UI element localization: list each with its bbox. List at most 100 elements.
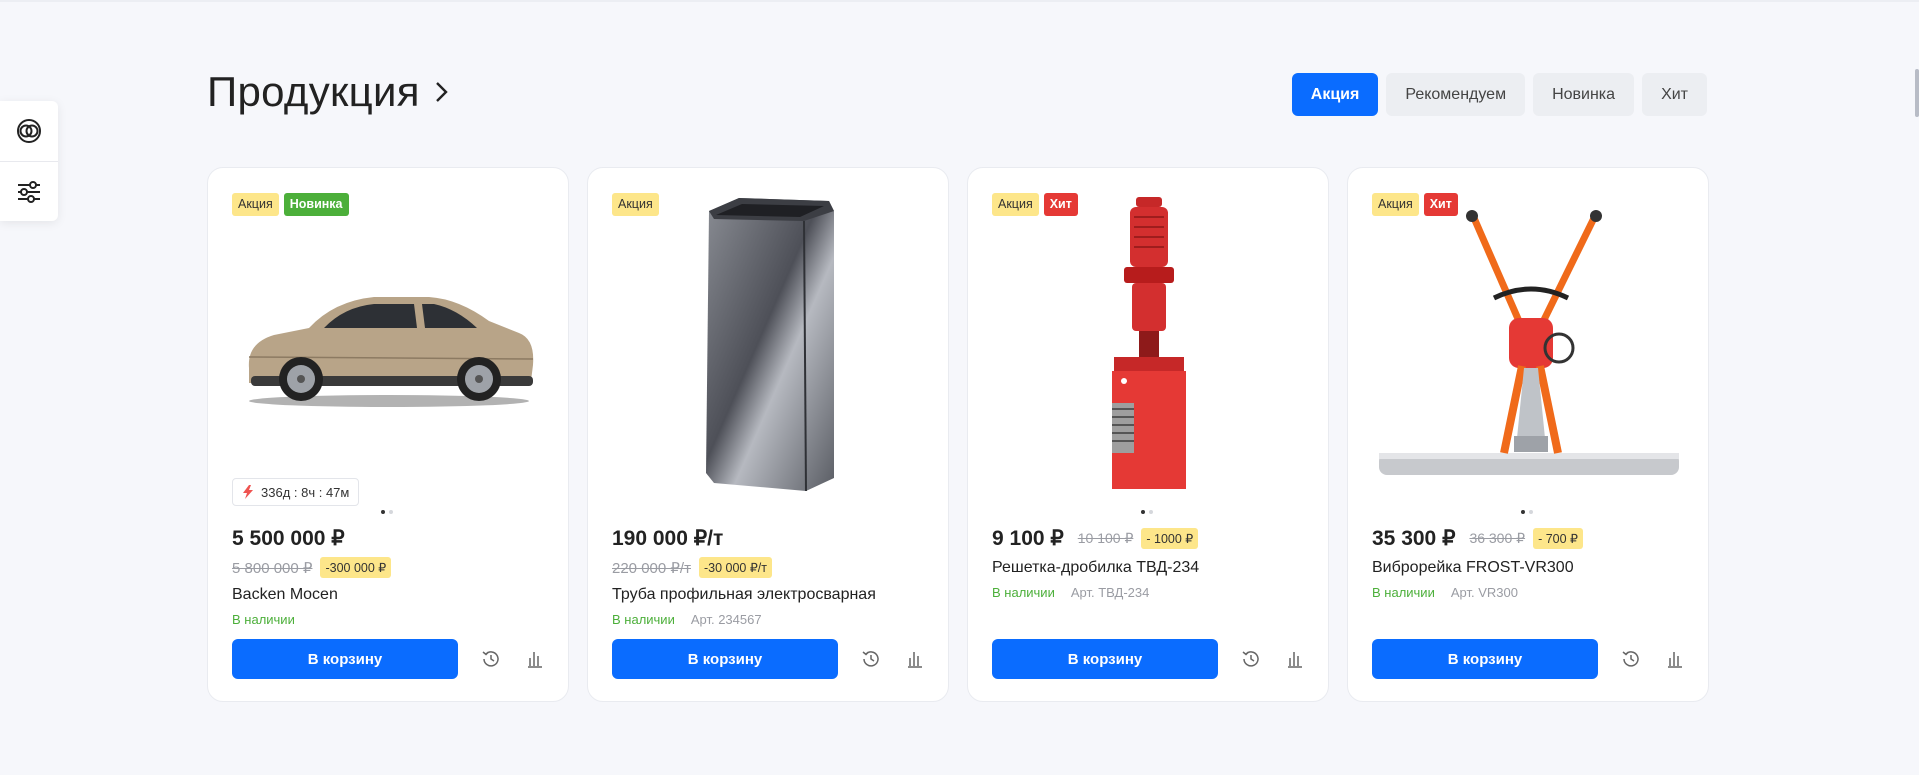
badge-group: Акция Новинка <box>232 193 349 216</box>
product-image[interactable] <box>232 193 546 493</box>
history-clock-icon <box>482 651 499 667</box>
delay-button[interactable] <box>1620 648 1642 670</box>
product-card[interactable]: Акция Хит <box>1347 167 1709 702</box>
product-name[interactable]: Виброрейка FROST-VR300 <box>1372 559 1684 577</box>
stock-status: В наличии <box>232 612 295 627</box>
tab-new[interactable]: Новинка <box>1533 73 1635 116</box>
bar-chart-icon <box>1288 652 1302 668</box>
product-name[interactable]: Труба профильная электросварная <box>612 586 924 604</box>
bar-chart-icon <box>1668 652 1682 668</box>
filter-tabs: Акция Рекомендуем Новинка Хит <box>1291 73 1707 116</box>
article-number: Арт. ТВД-234 <box>1070 585 1150 600</box>
product-info: 5 500 000 ₽ 5 800 000 ₽ -300 000 ₽ Backe… <box>232 526 544 627</box>
tab-recommended[interactable]: Рекомендуем <box>1386 73 1526 116</box>
bar-chart-icon <box>908 652 922 668</box>
discount-badge: -300 000 ₽ <box>320 557 392 578</box>
compare-circles-icon <box>17 119 41 143</box>
article-number: Арт. VR300 <box>1450 585 1518 600</box>
price: 35 300 ₽ 36 300 ₽ - 700 ₽ <box>1372 526 1684 551</box>
current-price: 5 500 000 ₽ <box>232 527 345 550</box>
product-card[interactable]: Акция Новинка 336д : 8ч: 47м 5 500 000 … <box>207 167 569 702</box>
card-actions: В корзину <box>232 639 546 679</box>
product-image[interactable] <box>1372 193 1686 493</box>
add-to-cart-button[interactable]: В корзину <box>232 639 458 679</box>
old-price: 10 100 ₽ <box>1077 530 1134 546</box>
product-info: 35 300 ₽ 36 300 ₽ - 700 ₽ Виброрейка FRO… <box>1372 526 1684 600</box>
image-pagination[interactable] <box>381 510 393 514</box>
old-price: 220 000 ₽/т <box>612 559 691 577</box>
crusher-image <box>1112 197 1186 489</box>
chevron-right-icon <box>435 82 448 102</box>
product-name[interactable]: Backen Mocen <box>232 586 544 604</box>
current-price: 9 100 ₽ <box>992 527 1064 550</box>
pagination-dot[interactable] <box>1141 510 1145 514</box>
current-price: 190 000 ₽/т <box>612 527 724 550</box>
current-price: 35 300 ₽ <box>1372 527 1456 550</box>
delay-button[interactable] <box>1240 648 1262 670</box>
tab-hit[interactable]: Хит <box>1642 73 1707 116</box>
product-image[interactable] <box>612 193 926 493</box>
vibro-screed-image <box>1379 210 1679 475</box>
pagination-dot[interactable] <box>381 510 385 514</box>
history-clock-icon <box>862 651 879 667</box>
discount-badge: - 1000 ₽ <box>1141 528 1199 549</box>
product-card[interactable]: Акция 190 000 ₽/т 220 000 ₽/т -30 000 ₽/… <box>587 167 949 702</box>
product-info: 9 100 ₽ 10 100 ₽ - 1000 ₽ Решетка-дробил… <box>992 526 1304 600</box>
filter-button[interactable] <box>0 161 58 221</box>
side-panel <box>0 101 58 221</box>
hit-badge: Хит <box>1043 193 1078 216</box>
scrollbar-thumb[interactable] <box>1915 69 1919 117</box>
add-to-cart-button[interactable]: В корзину <box>612 639 838 679</box>
hit-badge: Хит <box>1423 193 1458 216</box>
new-badge: Новинка <box>283 193 349 216</box>
history-clock-icon <box>1242 651 1259 667</box>
compare-product-button[interactable] <box>1664 648 1686 670</box>
delay-button[interactable] <box>480 648 502 670</box>
stock-row: В наличии Арт. ТВД-234 <box>992 585 1304 600</box>
timer-text: 336д : 8ч : 47м <box>261 484 350 500</box>
stock-status: В наличии <box>612 612 675 627</box>
card-actions: В корзину <box>612 639 926 679</box>
promo-badge: Акция <box>232 193 279 216</box>
old-price: 5 800 000 ₽ <box>232 559 313 577</box>
compare-button[interactable] <box>0 101 58 161</box>
pagination-dot[interactable] <box>1521 510 1525 514</box>
price: 5 500 000 ₽ <box>232 526 544 551</box>
bar-chart-icon <box>528 652 542 668</box>
compare-product-button[interactable] <box>904 648 926 670</box>
stock-row: В наличии Арт. 234567 <box>612 612 924 627</box>
price: 9 100 ₽ 10 100 ₽ - 1000 ₽ <box>992 526 1304 551</box>
price: 190 000 ₽/т <box>612 526 924 551</box>
discount-badge: -30 000 ₽/т <box>698 557 773 578</box>
page-title: Продукция <box>207 68 420 115</box>
top-divider <box>0 0 1919 2</box>
section-title-link[interactable]: Продукция <box>207 68 448 116</box>
promo-badge: Акция <box>612 193 659 216</box>
lightning-icon <box>243 485 253 499</box>
card-actions: В корзину <box>1372 639 1686 679</box>
old-price-row: 5 800 000 ₽ -300 000 ₽ <box>232 557 544 578</box>
car-image <box>248 297 534 407</box>
product-name[interactable]: Решетка-дробилка ТВД-234 <box>992 559 1304 577</box>
pipe-image <box>706 198 834 492</box>
add-to-cart-button[interactable]: В корзину <box>992 639 1218 679</box>
pagination-dot[interactable] <box>1149 510 1153 514</box>
delay-button[interactable] <box>860 648 882 670</box>
product-image[interactable] <box>992 193 1306 493</box>
product-card[interactable]: Акция Хит <box>967 167 1329 702</box>
image-pagination[interactable] <box>1141 510 1153 514</box>
add-to-cart-button[interactable]: В корзину <box>1372 639 1598 679</box>
tab-promo[interactable]: Акция <box>1291 73 1379 116</box>
image-pagination[interactable] <box>1521 510 1533 514</box>
pagination-dot[interactable] <box>1529 510 1533 514</box>
stock-status: В наличии <box>1372 585 1435 600</box>
pagination-dot[interactable] <box>389 510 393 514</box>
compare-product-button[interactable] <box>1284 648 1306 670</box>
stock-row: В наличии <box>232 612 544 627</box>
compare-product-button[interactable] <box>524 648 546 670</box>
product-grid: Акция Новинка 336д : 8ч: 47м 5 500 000 … <box>207 167 1709 702</box>
discount-badge: - 700 ₽ <box>1533 528 1583 549</box>
stock-status: В наличии <box>992 585 1055 600</box>
old-price: 36 300 ₽ <box>1469 530 1526 546</box>
badge-group: Акция <box>612 193 659 216</box>
